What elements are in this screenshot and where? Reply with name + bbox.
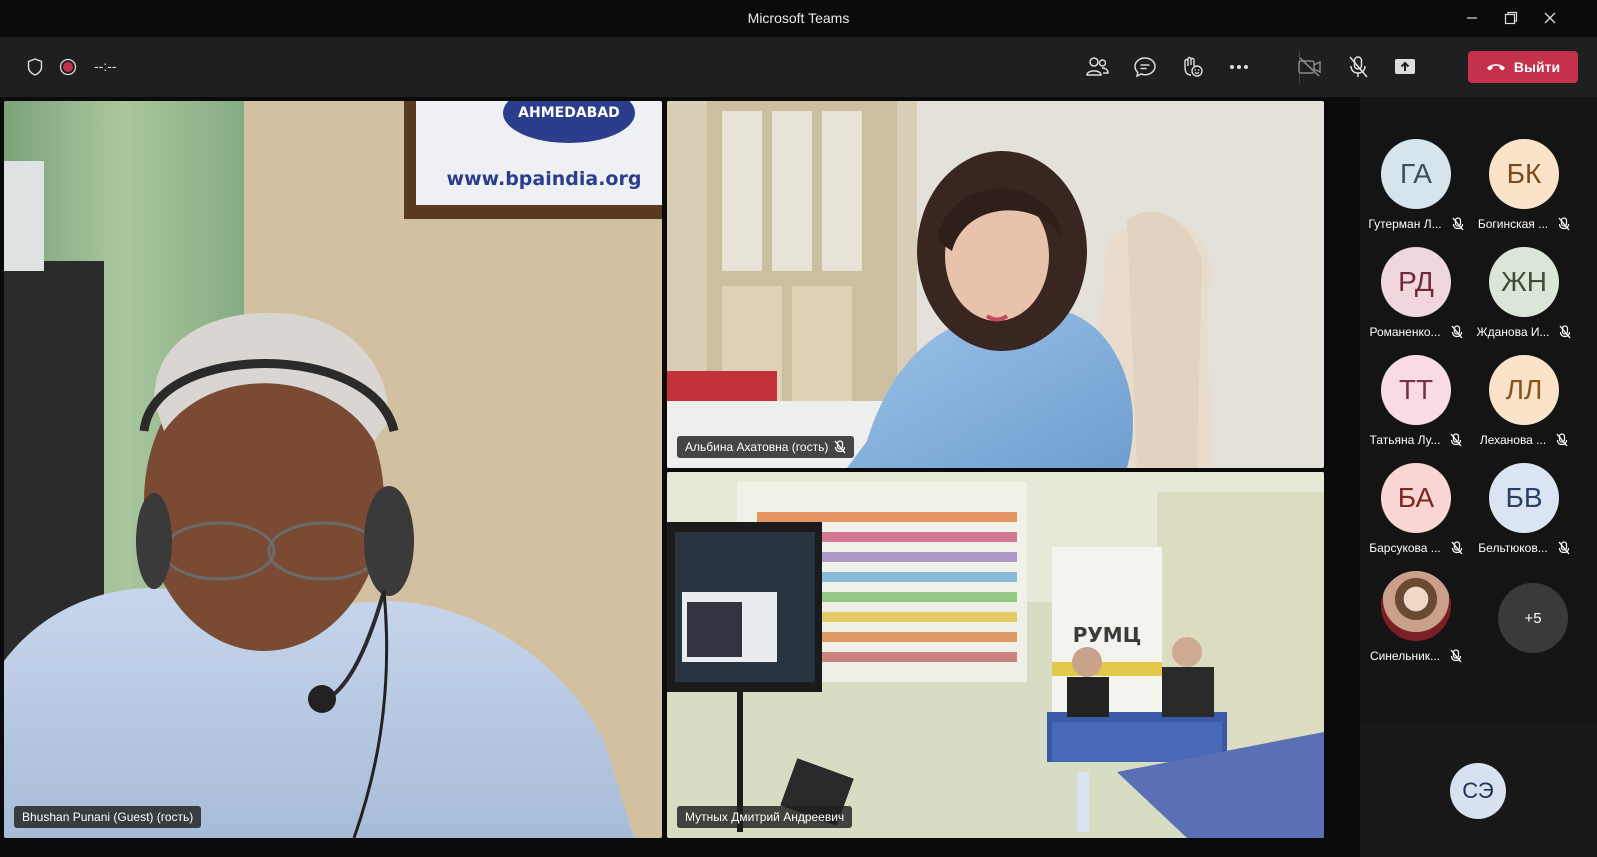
avatar-initials: БВ [1505, 482, 1543, 513]
minimize-button[interactable] [1454, 6, 1490, 30]
people-icon [1086, 57, 1109, 76]
video-tile-bhushan[interactable]: AHMEDABAD www.bpaindia.org Bhushan Punan… [4, 101, 662, 838]
sign-seal-text: AHMEDABAD [518, 105, 620, 121]
roster-item[interactable]: БВ Бельтюков... [1449, 463, 1597, 567]
roster-item[interactable]: Синельник... [1341, 571, 1491, 675]
recording-icon [54, 53, 82, 81]
avatar: БА [1381, 463, 1451, 533]
more-count: +5 [1524, 609, 1542, 627]
more-actions-button[interactable] [1225, 53, 1253, 81]
sign-url-text: www.bpaindia.org [447, 168, 642, 190]
roster-name-row: Богинская ... [1449, 217, 1597, 231]
participant-name: Жданова И... [1476, 325, 1550, 339]
self-avatar: СЭ [1450, 763, 1506, 819]
share-screen-icon [1395, 59, 1415, 74]
roster-item[interactable]: ЖН Жданова И... [1449, 247, 1597, 351]
participant-name-label: Bhushan Punani (Guest) (гость) [14, 806, 202, 828]
video-tile-mutnykh[interactable]: РУМЦ Мутных Дмитрий Андреевич [667, 472, 1324, 838]
video-stage: AHMEDABAD www.bpaindia.org Bhushan Punan… [0, 97, 1360, 857]
raise-hand-icon [1184, 56, 1203, 77]
avatar: ЛЛ [1489, 355, 1559, 425]
participant-name: Альбина Ахатовна (гость) [685, 440, 829, 454]
avatar-initials: ТТ [1398, 374, 1434, 405]
more-participants-button[interactable]: +5 [1498, 583, 1568, 653]
close-button[interactable] [1532, 6, 1568, 30]
participant-name: Гутерман Л... [1368, 217, 1442, 231]
meeting-toolbar: --:-- Выйти [0, 37, 1597, 97]
participant-name: Мутных Дмитрий Андреевич [685, 810, 845, 824]
avatar: ТТ [1381, 355, 1451, 425]
participant-name: Богинская ... [1477, 217, 1549, 231]
participant-name: Барсукова ... [1369, 541, 1441, 555]
mic-off-icon [1559, 325, 1571, 339]
video-tile-albina[interactable]: Альбина Ахатовна (гость) [667, 101, 1324, 468]
avatar: РД [1381, 247, 1451, 317]
mic-off-icon [1558, 541, 1570, 555]
share-screen-button[interactable] [1391, 53, 1419, 81]
banner-text: РУМЦ [1073, 623, 1142, 647]
roster-name-row: Бельтюков... [1449, 541, 1597, 555]
participant-name: Леханова ... [1479, 433, 1547, 447]
more-icon [1230, 65, 1248, 69]
chat-button[interactable] [1131, 53, 1159, 81]
reactions-button[interactable] [1178, 53, 1206, 81]
roster-item[interactable]: ЛЛ Леханова ... [1449, 355, 1597, 459]
avatar-initials: РД [1398, 266, 1434, 297]
window-title: Microsoft Teams [747, 10, 850, 26]
close-icon [1544, 12, 1556, 24]
leave-button[interactable]: Выйти [1468, 51, 1578, 83]
participant-name: Романенко... [1369, 325, 1441, 339]
participant-name-label: Альбина Ахатовна (гость) [677, 436, 855, 458]
roster-name-row: Леханова ... [1449, 433, 1597, 447]
video-feed: РУМЦ [667, 472, 1324, 838]
minimize-icon [1467, 17, 1477, 19]
chat-icon [1134, 57, 1156, 78]
roster-name-row: Жданова И... [1449, 325, 1597, 339]
avatar: БК [1489, 139, 1559, 209]
participant-name: Синельник... [1369, 649, 1441, 663]
roster-item[interactable]: БК Богинская ... [1449, 139, 1597, 243]
roster-name-row: Синельник... [1341, 649, 1491, 663]
mic-off-icon [1349, 56, 1368, 78]
mic-off-icon [1450, 649, 1462, 663]
video-feed [667, 101, 1324, 468]
self-preview: СЭ [1360, 722, 1597, 857]
participants-button[interactable] [1083, 53, 1111, 81]
camera-button[interactable] [1296, 53, 1324, 81]
mic-off-icon [1556, 433, 1568, 447]
avatar-initials: ЛЛ [1505, 374, 1543, 405]
avatar: ГА [1381, 139, 1451, 209]
avatar-initials: ЖН [1500, 266, 1548, 297]
participant-name-label: Мутных Дмитрий Андреевич [677, 806, 853, 828]
avatar-initials: БА [1397, 482, 1435, 513]
title-bar: Microsoft Teams [0, 0, 1597, 37]
hang-up-icon [1486, 64, 1505, 71]
mic-button[interactable] [1344, 53, 1372, 81]
avatar-photo [1381, 571, 1451, 641]
participant-name: Bhushan Punani (Guest) (гость) [22, 810, 194, 824]
shield-icon[interactable] [21, 53, 49, 81]
participant-name: Татьяна Лу... [1369, 433, 1441, 447]
avatar: БВ [1489, 463, 1559, 533]
mic-off-icon [834, 440, 846, 454]
mic-off-icon [1558, 217, 1570, 231]
restore-icon [1504, 11, 1518, 25]
participant-name: Бельтюков... [1478, 541, 1548, 555]
video-feed: AHMEDABAD www.bpaindia.org [4, 101, 662, 838]
avatar-initials: БК [1506, 158, 1542, 189]
avatar-initials: ГА [1400, 158, 1432, 189]
self-initials: СЭ [1462, 778, 1494, 803]
meeting-timer: --:-- [94, 58, 117, 74]
camera-off-icon [1298, 57, 1321, 77]
leave-label: Выйти [1513, 59, 1561, 75]
maximize-button[interactable] [1493, 6, 1529, 30]
avatar: ЖН [1489, 247, 1559, 317]
